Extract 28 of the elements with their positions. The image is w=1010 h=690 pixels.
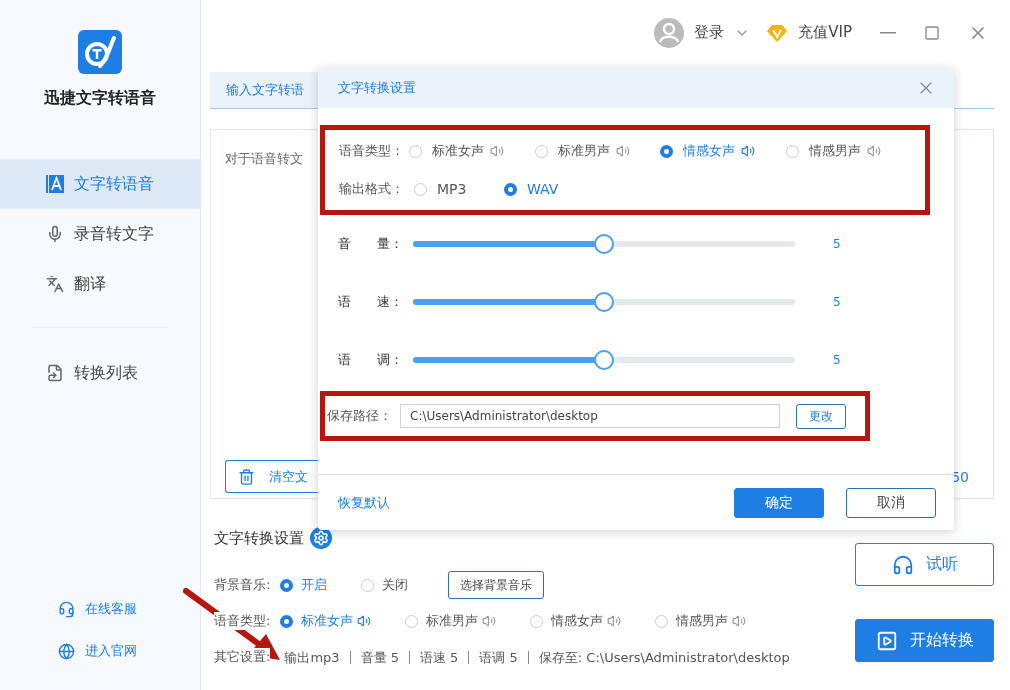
radio-label: 情感女声 xyxy=(551,612,604,630)
radio-label: WAV xyxy=(527,181,559,197)
radio-label: 标准女声 xyxy=(301,612,354,630)
other-settings-label: 其它设置: xyxy=(214,648,271,666)
dialog-title: 文字转换设置 xyxy=(338,79,416,97)
radio-label: 开启 xyxy=(301,576,328,594)
radio-label: 标准男声 xyxy=(426,612,479,630)
slider-label: 音 量： xyxy=(338,235,404,253)
slider-value: 5 xyxy=(833,295,841,309)
radio-label: MP3 xyxy=(437,181,467,197)
radio-label: 标准男声 xyxy=(557,142,610,160)
radio-label: 情感男声 xyxy=(808,142,861,160)
radio-label: 情感女声 xyxy=(683,142,736,160)
radio-label: 关闭 xyxy=(382,576,409,594)
slider-label: 语 速： xyxy=(338,293,404,311)
slider-value: 5 xyxy=(833,353,841,367)
voice-type-label: 语音类型: xyxy=(214,612,271,630)
format-label: 输出格式： xyxy=(339,180,405,198)
settings-title: 文字转换设置 xyxy=(214,528,304,548)
save-path-label: 保存路径： xyxy=(327,407,392,425)
radio-label: 标准女声 xyxy=(432,142,485,160)
app-name: 迅捷文字转语音 xyxy=(43,88,157,109)
radio-label: 情感男声 xyxy=(676,612,729,630)
editor-text: 对于语音转文 xyxy=(225,151,303,166)
voice-type-label: 语音类型： xyxy=(339,142,405,160)
slider-label: 语 调： xyxy=(338,351,404,369)
slider-value: 5 xyxy=(833,237,841,251)
music-label: 背景音乐: xyxy=(214,576,271,594)
